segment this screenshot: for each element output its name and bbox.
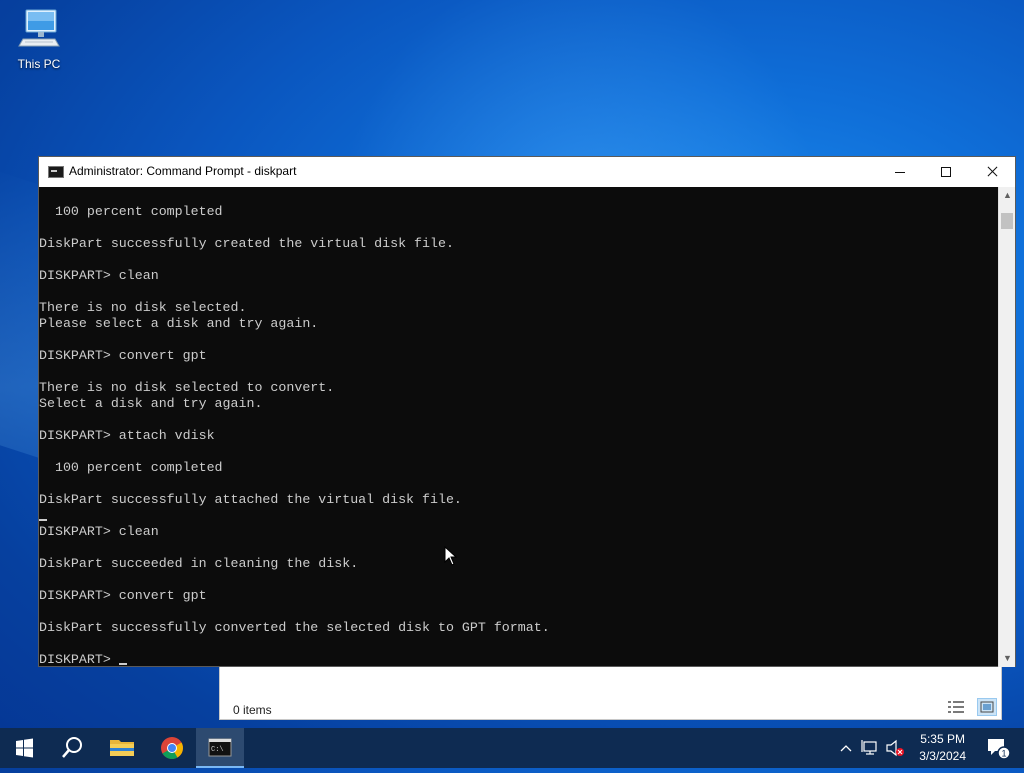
chevron-up-icon [840,745,852,752]
console-line: DiskPart successfully created the virtua… [39,236,454,251]
svg-text:C:\: C:\ [211,746,224,754]
command-prompt-window[interactable]: Administrator: Command Prompt - diskpart… [38,156,1016,667]
large-icons-view-icon [980,701,994,713]
console-line: 100 percent completed [39,460,223,475]
console-line: There is no disk selected to convert. [39,380,335,395]
folder-icon [110,740,134,756]
cmd-icon: C:\ [208,738,232,757]
clock-time: 5:35 PM [920,732,965,746]
taskbar: C:\ 5:35 PM 3/3/2024 1 [0,728,1024,768]
volume-muted-icon [886,739,904,757]
console-output[interactable]: 100 percent completed DiskPart successful… [39,187,999,667]
console-line: DiskPart successfully attached the virtu… [39,492,462,507]
scroll-thumb[interactable] [1001,213,1013,229]
console-line: DiskPart successfully converted the sele… [39,620,550,635]
console-line: DISKPART> convert gpt [39,588,207,603]
console-line: DISKPART> clean [39,524,159,539]
chrome-icon [161,737,183,759]
taskbar-command-prompt[interactable]: C:\ [196,728,244,768]
notification-icon: 1 [988,739,1011,760]
console-line: DiskPart succeeded in cleaning the disk. [39,556,359,571]
explorer-status-text: 0 items [233,703,272,717]
search-icon [62,737,82,758]
vertical-scrollbar[interactable]: ▲ ▼ [998,187,1015,667]
clock-date: 3/3/2024 [919,749,966,763]
console-line: 100 percent completed [39,204,223,219]
console-line: Select a disk and try again. [39,396,263,411]
console-line: DISKPART> [39,652,119,667]
minimize-button[interactable] [877,157,923,187]
console-line: DISKPART> convert gpt [39,348,207,363]
maximize-button[interactable] [923,157,969,187]
desktop-icon-label: This PC [17,57,61,71]
taskbar-clock[interactable]: 5:35 PM 3/3/2024 [919,731,966,765]
large-icons-view-button[interactable] [977,698,997,716]
file-explorer-window[interactable]: 0 items [219,660,1002,720]
taskbar-chrome[interactable] [148,728,196,768]
scroll-up-icon[interactable]: ▲ [999,187,1016,204]
console-line: DISKPART> clean [39,268,159,283]
console-artifact [39,519,47,521]
window-title: Administrator: Command Prompt - diskpart [69,164,297,178]
details-view-icon[interactable] [948,700,964,714]
show-hidden-icons-button[interactable] [836,728,856,768]
volume-button[interactable] [884,728,908,768]
this-pc-icon [18,9,60,47]
cmd-app-icon [48,166,64,178]
console-line: There is no disk selected. [39,300,247,315]
action-center-button[interactable]: 1 [986,737,1011,760]
start-button[interactable] [0,728,48,768]
text-cursor [119,663,127,665]
windows-start-icon [16,738,33,758]
close-button[interactable] [969,157,1015,187]
mouse-pointer-icon [444,546,458,566]
scroll-down-icon[interactable]: ▼ [999,650,1016,667]
desktop-icon-this-pc[interactable]: This PC [10,8,68,71]
network-button[interactable] [860,728,882,768]
taskbar-file-explorer[interactable] [98,728,146,768]
search-button[interactable] [48,728,96,768]
notification-count: 1 [1002,749,1007,759]
console-line: Please select a disk and try again. [39,316,319,331]
console-line: DISKPART> attach vdisk [39,428,215,443]
title-bar[interactable]: Administrator: Command Prompt - diskpart [39,157,1015,187]
network-icon [861,740,877,755]
